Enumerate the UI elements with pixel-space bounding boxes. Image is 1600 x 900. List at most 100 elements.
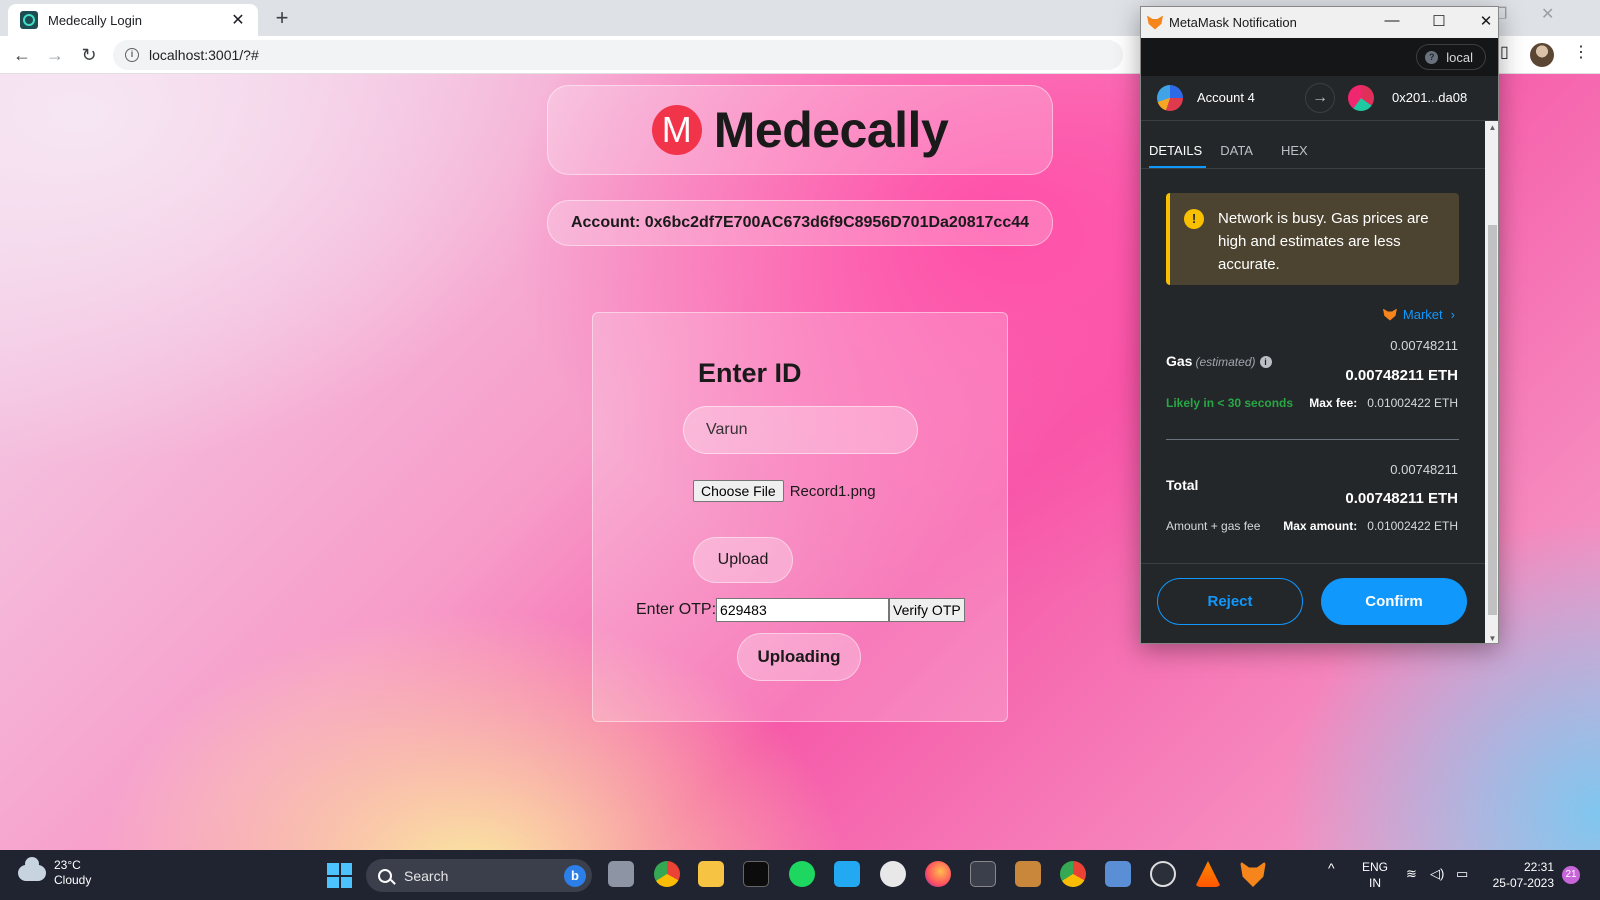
bing-icon[interactable]: b bbox=[564, 865, 586, 887]
gas-label: Gas bbox=[1166, 353, 1193, 369]
package-icon[interactable] bbox=[1015, 861, 1041, 887]
tray-chevron-icon[interactable]: ^ bbox=[1328, 860, 1335, 876]
start-button-icon[interactable] bbox=[327, 863, 352, 888]
forward-arrow-icon[interactable]: → bbox=[42, 42, 68, 68]
clock[interactable]: 22:31 25-07-2023 bbox=[1492, 859, 1554, 891]
address-url: localhost:3001/?# bbox=[149, 47, 259, 63]
max-fee-label: Max fee: bbox=[1309, 396, 1358, 410]
reload-icon[interactable]: ↻ bbox=[76, 42, 102, 68]
uploading-button[interactable]: Uploading bbox=[737, 633, 861, 681]
site-info-icon[interactable]: i bbox=[125, 48, 139, 62]
metamask-tabs: DETAILS DATA HEX bbox=[1141, 121, 1498, 169]
otp-label: Enter OTP: bbox=[636, 601, 717, 618]
cmd-icon[interactable] bbox=[970, 861, 996, 887]
tab-details[interactable]: DETAILS bbox=[1149, 143, 1207, 168]
chrome-icon[interactable] bbox=[654, 861, 680, 887]
network-question-icon: ? bbox=[1425, 50, 1439, 64]
address-bar[interactable]: i localhost:3001/?# bbox=[113, 40, 1123, 70]
footer-divider bbox=[1141, 563, 1485, 564]
otp-input[interactable]: 629483 bbox=[716, 598, 890, 622]
tab-close-icon[interactable]: ✕ bbox=[228, 10, 248, 30]
chrome-profile-icon[interactable] bbox=[1060, 861, 1086, 887]
gas-fiat-value: 0.00748211 bbox=[1390, 338, 1458, 353]
verify-otp-button[interactable]: Verify OTP bbox=[889, 598, 965, 622]
gas-eth-value: 0.00748211 ETH bbox=[1345, 367, 1458, 384]
temperature: 23°C bbox=[54, 858, 81, 872]
browser-tab[interactable]: Medecally Login ✕ bbox=[8, 4, 258, 36]
selected-file-name: Record1.png bbox=[789, 482, 876, 500]
metamask-taskbar-icon[interactable] bbox=[1240, 861, 1266, 887]
divider bbox=[1166, 439, 1459, 440]
camera-app-icon[interactable] bbox=[1105, 861, 1131, 887]
notification-badge[interactable]: 21 bbox=[1562, 866, 1580, 884]
metamask-details-pane: DETAILS DATA HEX ! Network is busy. Gas … bbox=[1141, 121, 1498, 643]
likely-time: Likely in < 30 seconds bbox=[1166, 396, 1294, 410]
warning-icon: ! bbox=[1184, 209, 1204, 229]
tab-data[interactable]: DATA bbox=[1220, 143, 1263, 168]
back-arrow-icon[interactable]: ← bbox=[9, 42, 35, 68]
metamask-fox-icon bbox=[1147, 15, 1163, 30]
battery-icon[interactable]: ▭ bbox=[1456, 866, 1468, 882]
close-window-icon[interactable]: ✕ bbox=[1541, 4, 1554, 24]
vscode-icon[interactable] bbox=[834, 861, 860, 887]
total-fiat-value: 0.00748211 bbox=[1390, 462, 1458, 477]
max-fee-row: Max fee: 0.01002422 ETH bbox=[1309, 396, 1458, 410]
menu-kebab-icon[interactable]: ⋮ bbox=[1573, 42, 1589, 62]
confirm-button[interactable]: Confirm bbox=[1321, 578, 1467, 625]
profile-avatar[interactable] bbox=[1530, 43, 1554, 67]
task-view-icon[interactable] bbox=[608, 861, 634, 887]
wifi-icon[interactable]: ≋ bbox=[1406, 866, 1417, 882]
language-indicator[interactable]: ENG IN bbox=[1362, 859, 1388, 891]
close-icon[interactable]: ✕ bbox=[1472, 12, 1498, 30]
taskbar-search[interactable]: Search b bbox=[366, 859, 592, 892]
scroll-up-icon[interactable]: ▲ bbox=[1485, 123, 1498, 132]
to-address[interactable]: 0x201...da08 bbox=[1392, 90, 1467, 105]
warning-text: Network is busy. Gas prices are high and… bbox=[1218, 210, 1429, 273]
to-account-identicon bbox=[1348, 85, 1374, 111]
market-label: Market bbox=[1402, 307, 1443, 322]
otp-row: Enter OTP: 629483 Verify OTP bbox=[636, 598, 965, 622]
gas-info-icon[interactable]: i bbox=[1259, 356, 1272, 368]
volume-icon[interactable]: ◁) bbox=[1430, 866, 1444, 882]
account-transfer-bar: Account 4 → 0x201...da08 bbox=[1141, 76, 1498, 121]
reject-button[interactable]: Reject bbox=[1157, 578, 1303, 625]
new-tab-button[interactable]: + bbox=[270, 6, 294, 30]
market-gas-option[interactable]: Market › bbox=[1382, 307, 1455, 322]
upload-button[interactable]: Upload bbox=[693, 537, 793, 583]
total-label: Total bbox=[1166, 477, 1199, 493]
choose-file-button[interactable]: Choose File bbox=[693, 480, 784, 502]
terminal-icon[interactable] bbox=[743, 861, 769, 887]
clock-date: 25-07-2023 bbox=[1492, 876, 1554, 890]
logo-mark: M bbox=[651, 105, 702, 155]
vlc-icon[interactable] bbox=[1195, 861, 1221, 887]
weather-widget[interactable]: 23°C Cloudy bbox=[18, 857, 92, 888]
logo-text: Medecally bbox=[713, 102, 949, 158]
account-display: Account: 0x6bc2df7E700AC673d6f9C8956D701… bbox=[547, 200, 1053, 246]
scrollbar[interactable]: ▲ ▼ bbox=[1485, 121, 1498, 643]
logo-card: M Medecally bbox=[547, 85, 1053, 175]
media-player-icon[interactable] bbox=[1150, 861, 1176, 887]
weather-condition: Cloudy bbox=[54, 873, 92, 887]
scroll-down-icon[interactable]: ▼ bbox=[1485, 634, 1498, 643]
chevron-right-icon: › bbox=[1450, 307, 1455, 322]
file-explorer-icon[interactable] bbox=[698, 861, 724, 887]
tab-hex[interactable]: HEX bbox=[1281, 143, 1318, 168]
gas-estimated-label: (estimated) bbox=[1195, 355, 1256, 369]
firefox-icon[interactable] bbox=[925, 861, 951, 887]
scroll-thumb[interactable] bbox=[1488, 225, 1497, 615]
search-label: Search bbox=[404, 867, 449, 884]
tab-title: Medecally Login bbox=[48, 12, 142, 28]
id-input[interactable]: Varun bbox=[683, 406, 918, 454]
fox-icon bbox=[1382, 308, 1397, 321]
spotify-icon[interactable] bbox=[789, 861, 815, 887]
total-eth-value: 0.00748211 ETH bbox=[1345, 490, 1458, 507]
react-favicon-icon bbox=[20, 11, 38, 29]
from-account-name[interactable]: Account 4 bbox=[1197, 90, 1255, 105]
network-busy-warning: ! Network is busy. Gas prices are high a… bbox=[1166, 193, 1459, 285]
maximize-icon[interactable]: ☐ bbox=[1425, 12, 1453, 30]
minimize-icon[interactable]: — bbox=[1378, 12, 1406, 29]
clock-app-icon[interactable] bbox=[880, 861, 906, 887]
side-panel-icon[interactable]: ▯ bbox=[1500, 42, 1509, 62]
network-selector[interactable]: ? local bbox=[1416, 44, 1486, 70]
search-icon bbox=[378, 868, 392, 883]
